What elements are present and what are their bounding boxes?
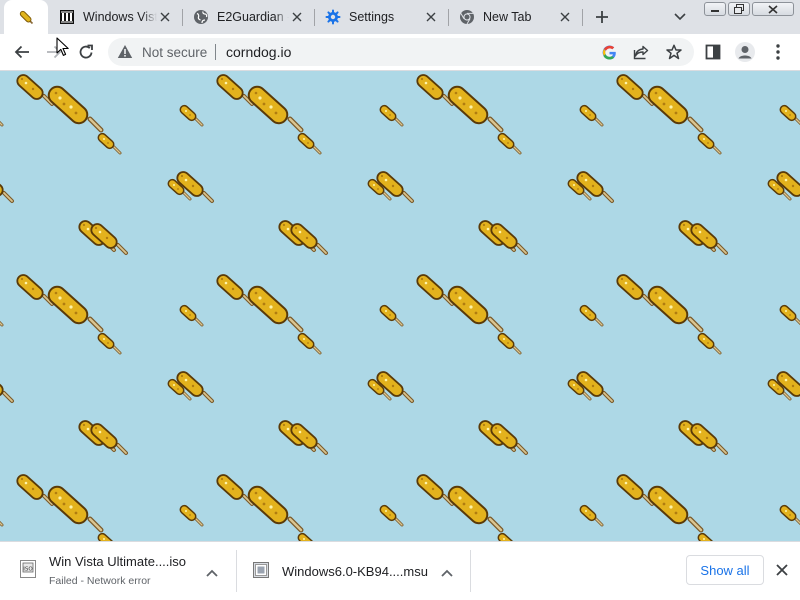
tab-title: E2Guardian - Home (217, 10, 289, 24)
tab-strip: Windows Vista E2Guardian - Home Settings… (0, 0, 800, 34)
msu-file-icon (253, 562, 269, 581)
close-icon[interactable] (557, 9, 573, 25)
tab-corndog[interactable] (4, 0, 48, 34)
download-bar: ISO Win Vista Ultimate....iso Failed - N… (0, 541, 800, 600)
chevron-up-icon[interactable] (441, 566, 453, 580)
download-item[interactable]: Windows6.0-KB94....msu (237, 542, 470, 600)
bookmark-button[interactable] (664, 42, 684, 62)
google-icon (602, 45, 616, 59)
back-button[interactable] (8, 38, 36, 66)
profile-button[interactable] (731, 38, 759, 66)
star-icon (666, 44, 682, 60)
share-icon (633, 45, 649, 60)
close-icon[interactable] (289, 9, 305, 25)
window-close-button[interactable] (752, 2, 794, 16)
avatar-icon (735, 42, 755, 62)
tab-windows-vista[interactable]: Windows Vista (49, 0, 181, 34)
chevron-down-icon (674, 13, 686, 21)
reload-icon (79, 44, 93, 59)
minimize-button[interactable] (704, 2, 726, 16)
reload-button[interactable] (72, 38, 100, 66)
tab-divider (582, 9, 583, 26)
svg-text:ISO: ISO (23, 567, 33, 573)
menu-button[interactable] (764, 38, 792, 66)
page-content (0, 71, 800, 541)
download-status: Failed - Network error (49, 575, 151, 587)
security-status[interactable]: Not secure (142, 45, 207, 60)
omnibox-divider (215, 44, 216, 60)
tab-search-button[interactable] (670, 7, 690, 27)
arrow-left-icon (14, 45, 29, 59)
plus-icon (596, 11, 608, 23)
minimize-icon (711, 10, 719, 12)
tab-title: Settings (349, 10, 395, 24)
archive-building-icon (59, 9, 75, 25)
tab-settings[interactable]: Settings (315, 0, 447, 34)
address-bar[interactable]: Not secure corndog.io (108, 38, 694, 66)
chrome-icon (459, 9, 475, 25)
corndog-favicon-icon (18, 9, 34, 25)
iso-file-icon: ISO (20, 560, 36, 581)
warning-icon[interactable] (117, 44, 133, 62)
globe-icon (193, 9, 209, 25)
url-text[interactable]: corndog.io (226, 44, 291, 60)
close-icon (768, 4, 778, 14)
restore-icon (734, 4, 744, 14)
side-panel-icon (705, 44, 721, 60)
kebab-menu-icon (776, 44, 780, 60)
restore-button[interactable] (728, 2, 750, 16)
side-panel-button[interactable] (699, 38, 727, 66)
tab-e2guardian[interactable]: E2Guardian - Home (183, 0, 313, 34)
mouse-cursor-icon (56, 37, 70, 60)
share-button[interactable] (631, 42, 651, 62)
download-filename: Windows6.0-KB94....msu (282, 564, 428, 579)
corndog-pattern (0, 71, 800, 541)
download-item[interactable]: ISO Win Vista Ultimate....iso Failed - N… (0, 542, 236, 600)
google-lens-button[interactable] (599, 42, 619, 62)
chevron-up-icon[interactable] (206, 566, 218, 580)
close-icon[interactable] (776, 564, 788, 579)
show-all-button[interactable]: Show all (686, 555, 764, 585)
tab-new-tab[interactable]: New Tab (449, 0, 581, 34)
close-icon[interactable] (157, 9, 173, 25)
new-tab-button[interactable] (590, 5, 614, 29)
tab-title: New Tab (483, 10, 532, 24)
tab-title: Windows Vista (83, 10, 157, 24)
download-filename: Win Vista Ultimate....iso (49, 554, 187, 569)
close-icon[interactable] (423, 9, 439, 25)
download-divider (470, 550, 471, 592)
gear-icon (325, 9, 341, 25)
